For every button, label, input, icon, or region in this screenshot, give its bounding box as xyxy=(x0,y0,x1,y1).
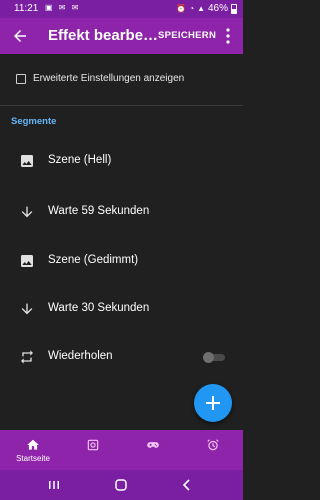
repeat-row[interactable]: Wiederholen xyxy=(0,340,243,376)
bottom-navigation: Startseite xyxy=(0,430,243,470)
more-vert-icon[interactable] xyxy=(225,27,231,45)
arrow-down-icon xyxy=(21,206,33,218)
image-icon xyxy=(21,255,33,267)
add-segment-button[interactable] xyxy=(194,384,232,422)
segments-header: Segmente xyxy=(11,116,57,127)
recent-apps-icon[interactable] xyxy=(47,478,61,492)
toggle-thumb xyxy=(203,352,214,363)
battery-icon xyxy=(231,3,237,14)
segment-label: Szene (Hell) xyxy=(48,154,112,166)
battery-percent: 46% xyxy=(207,3,228,14)
app-bar: Effekt bearbe… SPEICHERN xyxy=(0,18,243,54)
signal-icon: ▲ xyxy=(197,4,205,13)
wifi-icon: ◔ xyxy=(189,4,195,13)
divider xyxy=(0,105,243,106)
status-bar: 11:21 ▣ ✉ ✉ ⏰ ◔ ▲ 46% xyxy=(0,0,243,18)
home-icon xyxy=(27,439,39,450)
system-navigation-bar xyxy=(0,470,243,500)
gamepad-icon xyxy=(147,442,159,448)
status-notification-icons: ▣ ✉ ✉ xyxy=(45,3,81,12)
plus-icon xyxy=(206,396,220,410)
segment-item[interactable]: Warte 30 Sekunden xyxy=(0,292,243,328)
arrow-down-icon xyxy=(21,303,33,315)
repeat-icon xyxy=(21,350,33,364)
nav-item-alarm[interactable] xyxy=(183,430,243,470)
save-button[interactable]: SPEICHERN xyxy=(158,30,216,41)
segment-item[interactable]: Szene (Gedimmt) xyxy=(0,244,243,280)
advanced-settings-row[interactable]: Erweiterte Einstellungen anzeigen xyxy=(0,66,243,94)
nav-item-games[interactable] xyxy=(123,430,183,470)
back-button-icon[interactable] xyxy=(180,478,194,492)
nav-item-home[interactable]: Startseite xyxy=(3,430,63,470)
nav-label-home: Startseite xyxy=(16,454,50,463)
device-icon xyxy=(87,439,99,451)
home-button-icon[interactable] xyxy=(114,478,128,492)
alarm-icon xyxy=(207,439,219,451)
status-right: ⏰ ◔ ▲ 46% xyxy=(176,3,237,14)
segment-label: Wiederholen xyxy=(48,350,113,362)
alarm-status-icon: ⏰ xyxy=(176,4,187,13)
segment-label: Szene (Gedimmt) xyxy=(48,254,139,266)
repeat-toggle[interactable] xyxy=(203,352,225,363)
image-icon xyxy=(21,155,33,167)
segment-item[interactable]: Szene (Hell) xyxy=(0,144,243,180)
page-title: Effekt bearbe… xyxy=(48,27,159,44)
nav-item-device[interactable] xyxy=(63,430,123,470)
back-arrow-icon[interactable] xyxy=(11,27,29,45)
effect-editor: Erweiterte Einstellungen anzeigen Segmen… xyxy=(0,54,243,430)
status-time: 11:21 xyxy=(14,3,39,14)
advanced-settings-checkbox[interactable] xyxy=(16,74,26,84)
segment-label: Warte 59 Sekunden xyxy=(48,205,150,217)
segment-item[interactable]: Warte 59 Sekunden xyxy=(0,195,243,231)
advanced-settings-label: Erweiterte Einstellungen anzeigen xyxy=(33,73,185,84)
segment-label: Warte 30 Sekunden xyxy=(48,302,150,314)
